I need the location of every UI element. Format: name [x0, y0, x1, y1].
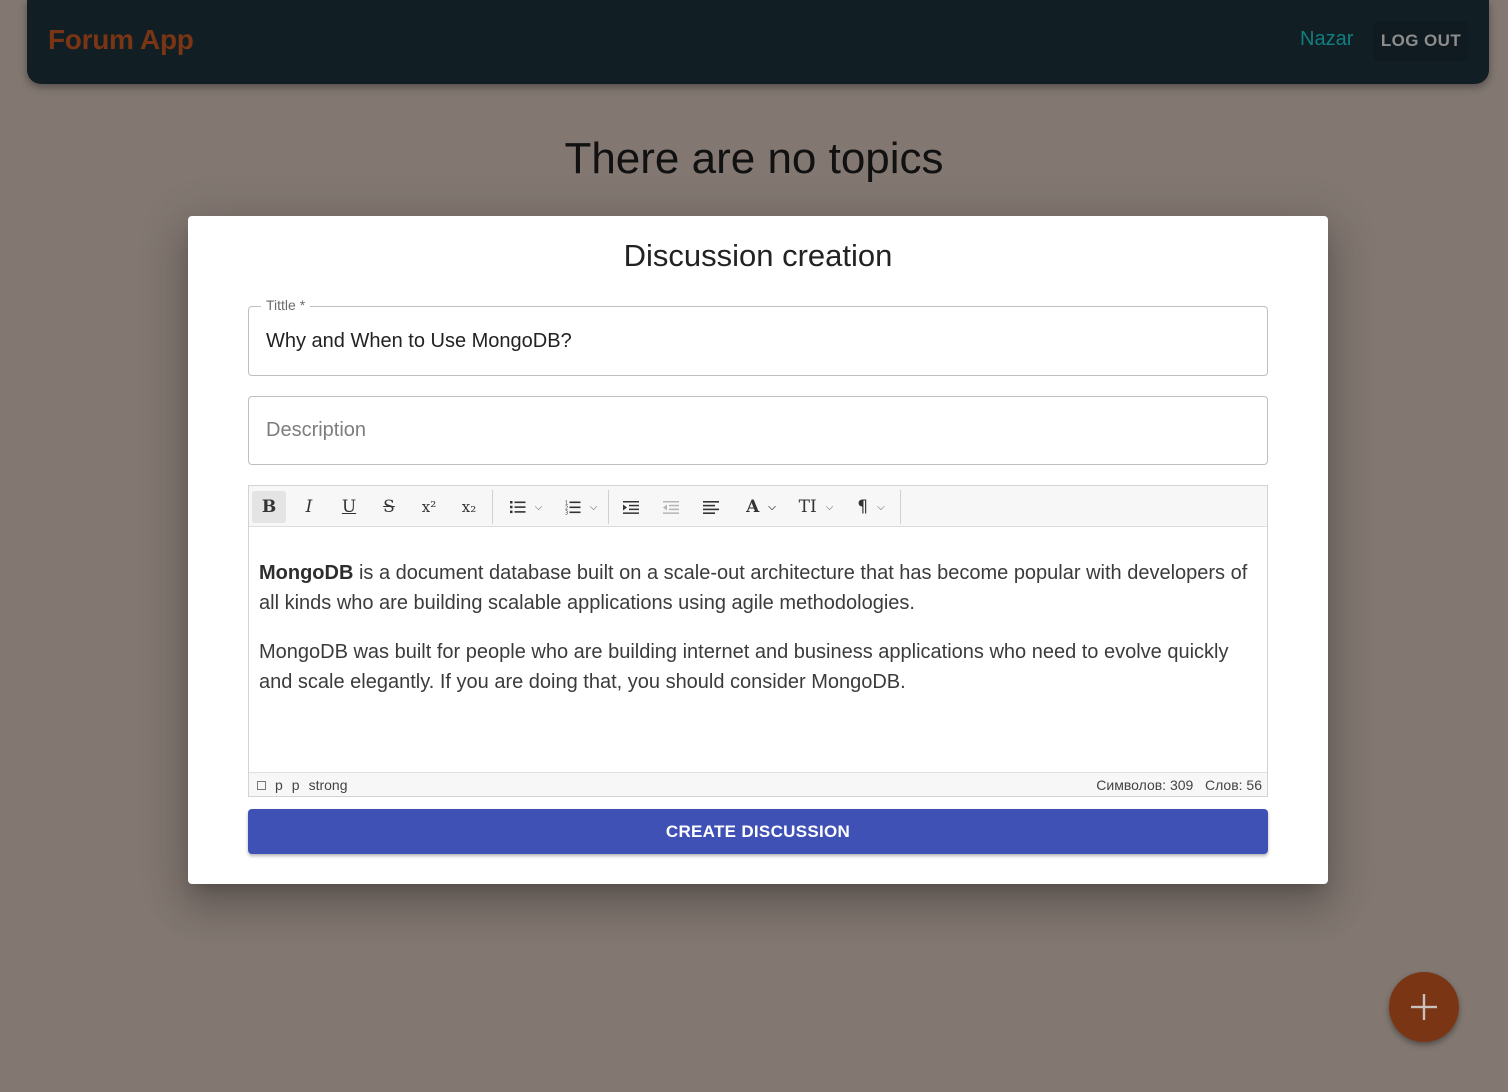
description-input[interactable] — [266, 397, 1256, 464]
bold-button[interactable]: B — [252, 491, 286, 523]
superscript-button[interactable]: x² — [412, 491, 446, 523]
title-field: Tittle * — [248, 297, 1268, 376]
char-count: Символов: 309 — [1096, 777, 1194, 793]
toolbar-separator — [900, 490, 901, 524]
superscript-icon: x² — [421, 498, 437, 516]
path-item[interactable]: strong — [309, 777, 348, 793]
create-discussion-button[interactable]: CREATE DISCUSSION — [248, 809, 1268, 854]
title-input[interactable] — [266, 307, 1256, 375]
toolbar-separator — [492, 490, 493, 524]
chevron-down-icon: ⌵ — [877, 501, 885, 513]
chevron-down-icon: ⌵ — [825, 501, 834, 513]
italic-button[interactable]: I — [292, 491, 326, 523]
italic-icon: I — [305, 497, 313, 517]
plus-icon — [1411, 994, 1437, 1020]
editor-paragraph: MongoDB is a document database built on … — [259, 558, 1259, 618]
editor-statusbar: p p strong Символов: 309 Слов: 56 — [249, 772, 1267, 796]
rich-text-editor: B I U S x² x₂ ⌵ 1 2 3 ⌵ A ⌵ TI ⌵ ¶ ⌵ Mon… — [248, 485, 1268, 797]
outdent-button[interactable] — [654, 491, 688, 523]
logout-button[interactable]: LOG OUT — [1374, 21, 1468, 61]
underline-button[interactable]: U — [332, 491, 366, 523]
dialog-title: Discussion creation — [623, 238, 893, 273]
bullet-list-button[interactable]: ⌵ — [501, 491, 551, 523]
add-topic-fab[interactable] — [1389, 972, 1459, 1042]
strikethrough-button[interactable]: S — [372, 491, 406, 523]
discussion-dialog: Discussion creation Tittle * B I U S x² — [188, 216, 1328, 884]
indent-button[interactable] — [614, 491, 648, 523]
editor-toolbar: B I U S x² x₂ ⌵ 1 2 3 ⌵ A ⌵ TI ⌵ ¶ ⌵ — [249, 486, 1267, 527]
paragraph-icon: ¶ — [857, 497, 869, 517]
bullet-list-icon — [509, 501, 526, 514]
word-count: Символов: 309 Слов: 56 — [1096, 777, 1262, 793]
paragraph-button[interactable]: ¶ ⌵ — [846, 491, 896, 523]
numbered-list-button[interactable]: 1 2 3 ⌵ — [556, 491, 606, 523]
outdent-icon — [663, 500, 679, 514]
strikethrough-icon: S — [383, 497, 395, 517]
editor-content[interactable]: MongoDB is a document database built on … — [259, 558, 1259, 716]
brand-title[interactable]: Forum App — [48, 24, 194, 56]
subscript-button[interactable]: x₂ — [452, 491, 486, 523]
font-icon: A — [746, 497, 760, 517]
font-size-icon: TI — [798, 497, 817, 517]
bold-text: MongoDB — [259, 562, 354, 584]
path-item[interactable]: p — [275, 777, 283, 793]
select-all-icon[interactable] — [257, 780, 266, 790]
subscript-icon: x₂ — [461, 498, 477, 516]
align-button[interactable] — [694, 491, 728, 523]
font-button[interactable]: A ⌵ — [736, 491, 786, 523]
app-bar: Forum App Nazar LOG OUT — [27, 0, 1489, 84]
chevron-down-icon: ⌵ — [534, 501, 543, 513]
path-item[interactable]: p — [292, 777, 300, 793]
editor-paragraph: MongoDB was built for people who are bui… — [259, 637, 1259, 697]
bold-icon: B — [261, 497, 277, 517]
paragraph-text: is a document database built on a scale-… — [259, 562, 1248, 614]
indent-icon — [623, 500, 639, 514]
paragraph-text: MongoDB was built for people who are bui… — [259, 641, 1229, 693]
description-field — [248, 396, 1268, 465]
page-heading: There are no topics — [564, 134, 944, 183]
chevron-down-icon: ⌵ — [768, 501, 776, 513]
user-name-link[interactable]: Nazar — [1300, 28, 1353, 51]
svg-text:3: 3 — [565, 510, 568, 515]
align-left-icon — [703, 500, 719, 514]
words-count: Слов: 56 — [1204, 777, 1262, 793]
toolbar-separator — [608, 490, 609, 524]
numbered-list-icon: 1 2 3 — [565, 500, 581, 515]
font-size-button[interactable]: TI ⌵ — [791, 491, 841, 523]
underline-icon: U — [341, 497, 357, 517]
element-path: p p strong — [257, 777, 348, 793]
chevron-down-icon: ⌵ — [589, 501, 598, 513]
